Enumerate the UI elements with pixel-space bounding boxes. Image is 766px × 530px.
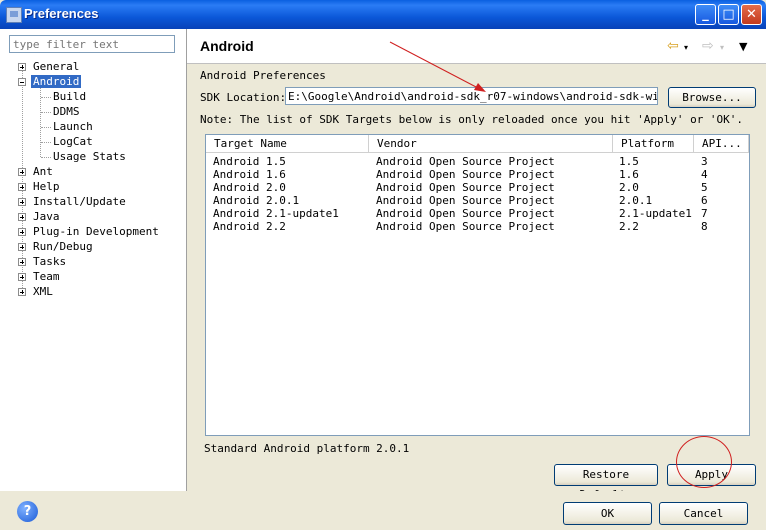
annotation-circle [676, 436, 732, 488]
annotation-arrow [389, 41, 486, 92]
preferences-window: Preferences _ □ ✕ General Android Build [0, 0, 766, 530]
